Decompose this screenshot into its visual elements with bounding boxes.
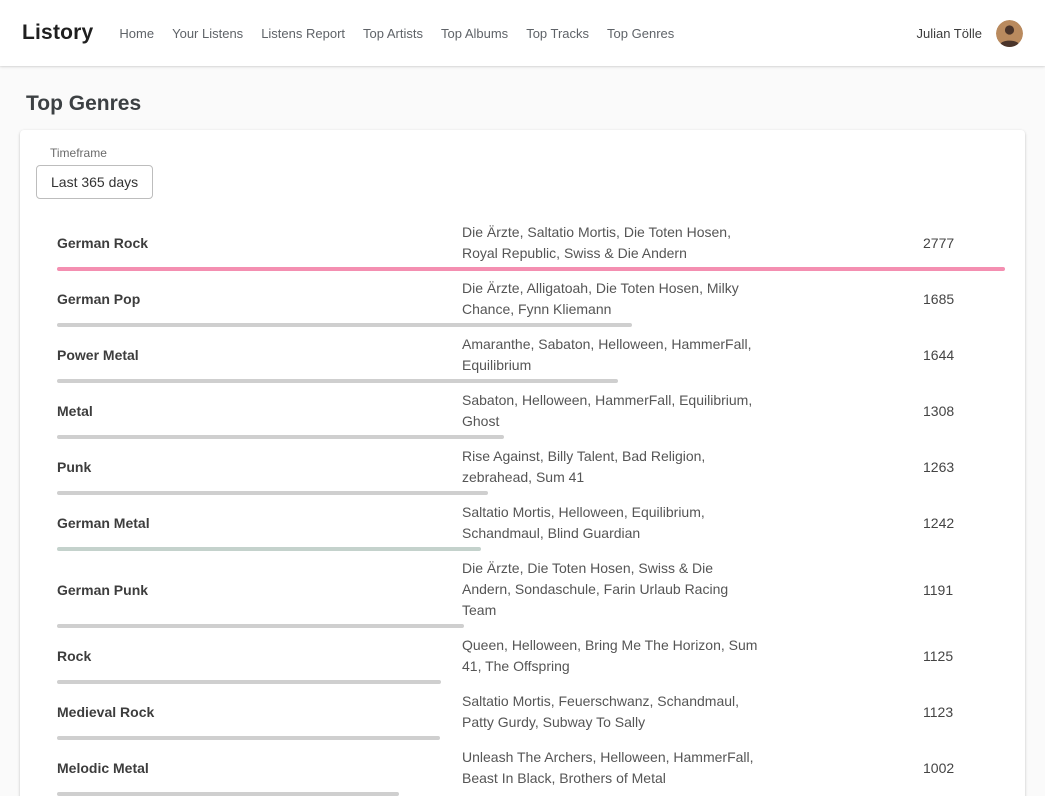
genre-artists: Die Ärzte, Saltatio Mortis, Die Toten Ho… xyxy=(462,222,762,264)
genre-row: Melodic Metal Unleash The Archers, Hello… xyxy=(36,741,1009,796)
genre-count: 1125 xyxy=(923,648,993,664)
main-nav: Home Your Listens Listens Report Top Art… xyxy=(119,26,692,41)
genre-row: German Metal Saltatio Mortis, Helloween,… xyxy=(36,496,1009,552)
nav-item-your-listens[interactable]: Your Listens xyxy=(172,26,243,41)
genre-name: German Punk xyxy=(57,582,462,598)
nav-item-top-artists[interactable]: Top Artists xyxy=(363,26,423,41)
genre-count: 2777 xyxy=(923,235,993,251)
genre-count: 1644 xyxy=(923,347,993,363)
timeframe-label: Timeframe xyxy=(50,146,1009,160)
genre-artists: Rise Against, Billy Talent, Bad Religion… xyxy=(462,446,762,488)
genre-bar xyxy=(57,323,632,327)
genre-name: German Pop xyxy=(57,291,462,307)
genre-bar xyxy=(57,267,1005,271)
genre-name: Punk xyxy=(57,459,462,475)
main-content: Top Genres Timeframe Last 365 days Germa… xyxy=(0,92,1045,796)
genre-bar xyxy=(57,547,481,551)
genre-artists: Sabaton, Helloween, HammerFall, Equilibr… xyxy=(462,390,762,432)
genre-count: 1263 xyxy=(923,459,993,475)
brand-logo[interactable]: Listory xyxy=(22,21,93,45)
timeframe-filter: Timeframe Last 365 days xyxy=(36,146,1009,199)
nav-item-top-tracks[interactable]: Top Tracks xyxy=(526,26,589,41)
genre-artists: Die Ärzte, Die Toten Hosen, Swiss & Die … xyxy=(462,558,762,621)
top-genres-card: Timeframe Last 365 days German Rock Die … xyxy=(20,130,1025,796)
genre-name: Medieval Rock xyxy=(57,704,462,720)
genre-count: 1242 xyxy=(923,515,993,531)
genre-artists: Saltatio Mortis, Feuerschwanz, Schandmau… xyxy=(462,691,762,733)
genre-artists: Die Ärzte, Alligatoah, Die Toten Hosen, … xyxy=(462,278,762,320)
page-title: Top Genres xyxy=(26,92,1025,116)
nav-item-listens-report[interactable]: Listens Report xyxy=(261,26,345,41)
genre-name: Melodic Metal xyxy=(57,760,462,776)
genre-row: German Rock Die Ärzte, Saltatio Mortis, … xyxy=(36,216,1009,272)
genre-count: 1685 xyxy=(923,291,993,307)
genre-count: 1308 xyxy=(923,403,993,419)
genre-bar xyxy=(57,736,440,740)
genre-artists: Amaranthe, Sabaton, Helloween, HammerFal… xyxy=(462,334,762,376)
genre-row: Medieval Rock Saltatio Mortis, Feuerschw… xyxy=(36,685,1009,741)
genre-artists: Queen, Helloween, Bring Me The Horizon, … xyxy=(462,635,762,677)
nav-item-top-genres[interactable]: Top Genres xyxy=(607,26,674,41)
nav-item-home[interactable]: Home xyxy=(119,26,154,41)
genre-name: Power Metal xyxy=(57,347,462,363)
genre-row: Rock Queen, Helloween, Bring Me The Hori… xyxy=(36,629,1009,685)
avatar-image xyxy=(996,20,1023,47)
genre-bar xyxy=(57,624,464,628)
genre-bar xyxy=(57,680,441,684)
genre-row: German Punk Die Ärzte, Die Toten Hosen, … xyxy=(36,552,1009,629)
genre-count: 1191 xyxy=(923,582,993,598)
genre-row: Power Metal Amaranthe, Sabaton, Hellowee… xyxy=(36,328,1009,384)
genre-count: 1123 xyxy=(923,704,993,720)
genre-name: German Rock xyxy=(57,235,462,251)
nav-item-top-albums[interactable]: Top Albums xyxy=(441,26,508,41)
genre-bar xyxy=(57,379,618,383)
timeframe-select[interactable]: Last 365 days xyxy=(36,165,153,199)
genre-name: German Metal xyxy=(57,515,462,531)
genre-row: Metal Sabaton, Helloween, HammerFall, Eq… xyxy=(36,384,1009,440)
genre-name: Metal xyxy=(57,403,462,419)
top-app-bar: Listory Home Your Listens Listens Report… xyxy=(0,0,1045,66)
genre-artists: Unleash The Archers, Helloween, HammerFa… xyxy=(462,747,762,789)
genre-bar xyxy=(57,491,488,495)
genre-row: German Pop Die Ärzte, Alligatoah, Die To… xyxy=(36,272,1009,328)
genre-count: 1002 xyxy=(923,760,993,776)
genre-bar xyxy=(57,792,399,796)
genre-artists: Saltatio Mortis, Helloween, Equilibrium,… xyxy=(462,502,762,544)
genre-row: Punk Rise Against, Billy Talent, Bad Rel… xyxy=(36,440,1009,496)
genre-name: Rock xyxy=(57,648,462,664)
genre-bar xyxy=(57,435,504,439)
user-name[interactable]: Julian Tölle xyxy=(916,26,982,41)
genre-table: German Rock Die Ärzte, Saltatio Mortis, … xyxy=(36,216,1009,796)
avatar[interactable] xyxy=(996,20,1023,47)
